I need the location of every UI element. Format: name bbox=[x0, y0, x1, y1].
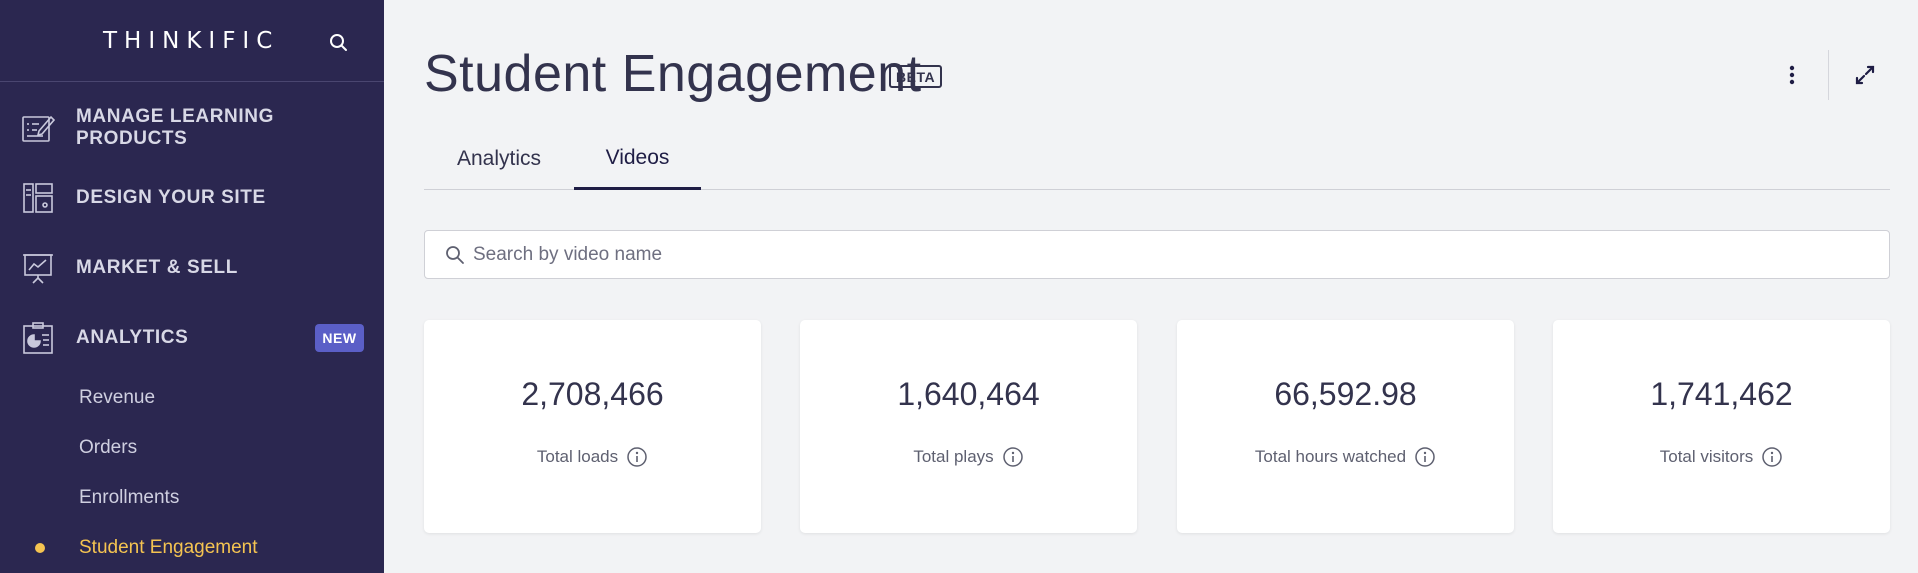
stat-card-total-plays: 1,640,464 Total plays bbox=[800, 320, 1137, 533]
stat-value: 2,708,466 bbox=[521, 376, 664, 412]
search-icon bbox=[445, 245, 465, 265]
clipboard-pie-icon bbox=[21, 321, 55, 355]
nav-label: MANAGE LEARNING PRODUCTS bbox=[76, 106, 274, 149]
stat-label-row: Total visitors bbox=[1553, 446, 1890, 468]
nav-label: MARKET & SELL bbox=[76, 257, 238, 278]
search-icon[interactable] bbox=[326, 30, 352, 56]
stat-card-total-visitors: 1,741,462 Total visitors bbox=[1553, 320, 1890, 533]
stat-card-total-loads: 2,708,466 Total loads bbox=[424, 320, 761, 533]
sidebar-item-student-engagement[interactable]: Student Engagement bbox=[79, 537, 258, 559]
info-icon[interactable] bbox=[626, 446, 648, 468]
expand-icon[interactable] bbox=[1850, 60, 1880, 90]
info-icon[interactable] bbox=[1414, 446, 1436, 468]
page-title: Student Engagement bbox=[424, 45, 922, 103]
sidebar-item-enrollments[interactable]: Enrollments bbox=[79, 487, 179, 509]
brand-bar: THINKIFIC bbox=[0, 0, 384, 82]
nav-item-market-sell[interactable]: MARKET & SELL bbox=[0, 243, 384, 293]
stat-value: 1,741,462 bbox=[1650, 376, 1793, 412]
stat-label-row: Total hours watched bbox=[1177, 446, 1514, 468]
tab-bar: Analytics Videos bbox=[424, 128, 1890, 190]
thinkific-logo[interactable]: THINKIFIC bbox=[103, 28, 279, 54]
presentation-chart-icon bbox=[21, 251, 55, 285]
nav-item-manage-learning-products[interactable]: MANAGE LEARNING PRODUCTS bbox=[0, 103, 384, 153]
layout-icon bbox=[21, 181, 55, 215]
stat-label: Total visitors bbox=[1659, 447, 1754, 466]
info-icon[interactable] bbox=[1002, 446, 1024, 468]
nav-label: ANALYTICS bbox=[76, 327, 189, 348]
nav-item-analytics[interactable]: ANALYTICS NEW bbox=[0, 313, 384, 363]
stat-label-row: Total loads bbox=[424, 446, 761, 468]
beta-badge: BETA bbox=[889, 65, 943, 88]
sidebar: THINKIFIC MANAGE LEARNING PRODUCTS DESIG… bbox=[0, 0, 384, 573]
stat-card-total-hours-watched: 66,592.98 Total hours watched bbox=[1177, 320, 1514, 533]
tab-videos[interactable]: Videos bbox=[574, 128, 701, 190]
sidebar-item-revenue[interactable]: Revenue bbox=[79, 387, 155, 409]
stat-value: 66,592.98 bbox=[1274, 376, 1417, 412]
nav-label: DESIGN YOUR SITE bbox=[76, 187, 266, 208]
new-badge: NEW bbox=[315, 324, 364, 352]
stat-label: Total loads bbox=[536, 447, 619, 466]
stat-label: Total plays bbox=[913, 447, 994, 466]
main-content: Student Engagement BETA Analytics Videos… bbox=[384, 0, 1918, 573]
stat-label-row: Total plays bbox=[800, 446, 1137, 468]
video-search-box bbox=[424, 230, 1890, 279]
search-input[interactable] bbox=[473, 239, 1873, 271]
edit-list-icon bbox=[21, 111, 56, 145]
stat-value: 1,640,464 bbox=[897, 376, 1040, 412]
active-indicator-dot bbox=[35, 543, 45, 553]
header-divider bbox=[1828, 50, 1829, 100]
info-icon[interactable] bbox=[1761, 446, 1783, 468]
tab-analytics[interactable]: Analytics bbox=[424, 128, 574, 190]
sidebar-item-orders[interactable]: Orders bbox=[79, 437, 137, 459]
stat-label: Total hours watched bbox=[1254, 447, 1407, 466]
kebab-menu-icon[interactable] bbox=[1780, 60, 1804, 90]
nav-item-design-your-site[interactable]: DESIGN YOUR SITE bbox=[0, 173, 384, 223]
